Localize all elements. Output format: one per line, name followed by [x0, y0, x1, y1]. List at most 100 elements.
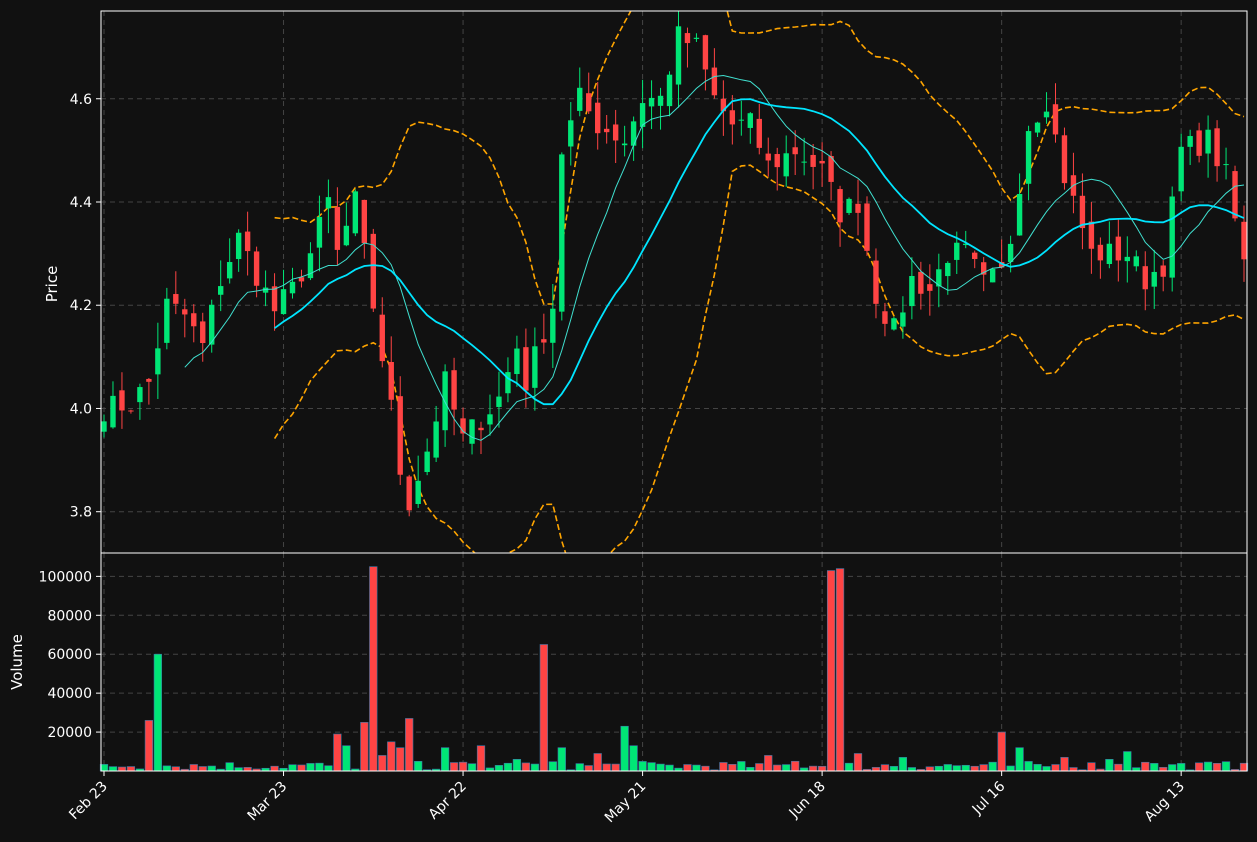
volume-bar	[126, 766, 136, 772]
volume-bar	[396, 747, 405, 772]
volume-bar	[889, 766, 899, 772]
candle-body-down	[334, 206, 341, 250]
candle-body-up	[1034, 122, 1041, 133]
volume-bar	[467, 763, 477, 772]
volume-bar	[1141, 761, 1150, 772]
volume-bar	[629, 745, 638, 772]
candle-body-up	[433, 421, 439, 458]
volume-bar	[943, 764, 952, 772]
candle-body-down	[541, 339, 547, 343]
volume-bar	[728, 764, 737, 772]
candle-body-down	[1097, 244, 1104, 261]
volume-bar	[1150, 763, 1159, 772]
candle-body-up	[1133, 256, 1139, 267]
price-tick-label: 4.6	[70, 92, 92, 108]
x-tick-label: Jul 16	[969, 778, 1009, 818]
volume-bar	[117, 766, 127, 772]
candle-body-down	[478, 427, 484, 431]
candle-body-down	[837, 189, 843, 223]
price-tick-label: 3.8	[70, 505, 92, 521]
candle-body-down	[918, 271, 924, 294]
volume-bar	[1212, 762, 1222, 772]
volume-bar	[1195, 762, 1204, 772]
lower-band-line	[273, 164, 1245, 553]
candle-body-up	[693, 37, 700, 39]
volume-bar	[602, 763, 611, 772]
volume-bar	[871, 767, 881, 772]
candle-body-down	[200, 321, 206, 344]
volume-bar	[440, 747, 450, 772]
candle-body-up	[1106, 243, 1113, 264]
candle-body-down	[756, 118, 762, 148]
volume-bar	[207, 765, 216, 772]
candle-body-down	[586, 93, 592, 112]
volume-tick-label: 20000	[47, 725, 92, 741]
candle-body-up	[989, 268, 996, 283]
volume-bar	[144, 720, 153, 772]
volume-bar	[737, 761, 746, 772]
candle-body-up	[577, 87, 583, 111]
candle-body-up	[738, 119, 745, 121]
volume-bar	[880, 764, 890, 772]
candle-body-down	[819, 160, 825, 164]
candle-body-down	[684, 33, 691, 44]
volume-bar	[153, 653, 162, 772]
candle-body-up	[1007, 243, 1014, 262]
volume-bar	[584, 765, 593, 772]
candle-body-down	[406, 476, 412, 511]
candle-body-up	[550, 308, 556, 343]
candle-body-down	[388, 361, 394, 400]
volume-bar	[1060, 757, 1069, 772]
candlesticks	[101, 11, 1247, 517]
volume-bar	[369, 566, 378, 772]
price-axis-label: Price	[43, 266, 61, 303]
price-panel-frame	[100, 10, 1248, 554]
volume-bar	[898, 757, 908, 772]
volume-bar	[306, 763, 315, 772]
candle-body-up	[469, 419, 475, 444]
volume-bar	[108, 766, 118, 772]
candle-body-down	[927, 284, 933, 291]
moving-average-fast-line	[184, 74, 1245, 441]
candle-body-up	[1151, 271, 1157, 287]
volume-bar	[530, 763, 539, 772]
candle-body-down	[972, 252, 978, 260]
candle-body-up	[891, 318, 897, 330]
candle-body-down	[244, 231, 251, 252]
candle-body-down	[1079, 195, 1086, 229]
volume-bar	[988, 761, 997, 772]
volume-tick-label: 40000	[47, 686, 92, 702]
volume-tick-label: 100000	[39, 569, 92, 585]
candle-body-down	[612, 124, 619, 141]
candle-body-down	[451, 370, 457, 410]
volume-bar	[1132, 767, 1141, 772]
volume-bar	[1221, 761, 1231, 772]
candle-body-up	[325, 197, 332, 209]
candle-body-down	[765, 153, 771, 161]
candle-body-up	[442, 371, 448, 431]
volume-bar	[1015, 747, 1024, 772]
volume-bar	[324, 765, 333, 772]
volume-bar	[809, 765, 818, 772]
candle-body-down	[397, 396, 403, 475]
candle-body-up	[352, 191, 359, 234]
volume-bar	[1087, 762, 1096, 772]
volume-bar	[593, 753, 602, 772]
x-tick-label: Mar 23	[245, 779, 291, 825]
volume-bar	[449, 762, 459, 772]
candle-body-down	[253, 251, 260, 286]
volume-bar	[503, 762, 513, 772]
volume-bar	[755, 763, 764, 772]
candle-body-up	[1043, 111, 1050, 118]
volume-bar	[575, 763, 584, 772]
x-tick-label: Feb 23	[66, 779, 111, 824]
candle-body-down	[864, 203, 870, 251]
candle-body-up	[343, 225, 350, 246]
volume-bar	[844, 762, 854, 772]
volume-bar	[701, 765, 710, 772]
volume-bar	[414, 761, 423, 772]
volume-bar	[764, 755, 773, 772]
volume-bar	[925, 766, 934, 772]
volume-bar	[378, 755, 387, 772]
candle-body-down	[792, 147, 798, 155]
